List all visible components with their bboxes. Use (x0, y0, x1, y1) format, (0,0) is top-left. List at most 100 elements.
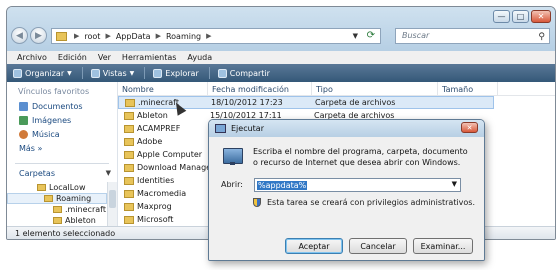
dialog-title-bar: Ejecutar (209, 120, 484, 137)
organize-label: Organizar (25, 68, 65, 78)
folder-icon (124, 111, 134, 120)
ok-button[interactable]: Aceptar (285, 238, 343, 254)
file-name: Download Manager (137, 163, 215, 172)
uac-shield-icon (253, 198, 261, 207)
folder-icon (37, 184, 46, 191)
file-name: Identities (137, 176, 175, 185)
admin-note: Esta tarea se creará con privilegios adm… (267, 198, 476, 207)
tree-item-label: Ableton (65, 216, 96, 225)
search-input[interactable]: Buscar ⚲ (395, 28, 550, 44)
breadcrumb-separator: ▶ (74, 32, 80, 40)
search-placeholder: Buscar (402, 31, 430, 40)
sidebar-item-musica[interactable]: Música (7, 127, 117, 141)
favorites-header: Vínculos favoritos (18, 87, 90, 96)
folder-icon (56, 31, 67, 41)
tree-scrollbar[interactable] (107, 182, 117, 226)
toolbar-divider (144, 67, 146, 79)
folder-icon (53, 217, 62, 224)
tree-item-locallow[interactable]: LocalLow (7, 182, 107, 193)
pictures-icon (19, 115, 28, 125)
views-button[interactable]: Vistas ▼ (81, 67, 135, 79)
folder-icon (124, 176, 134, 185)
open-combobox[interactable]: %appdata% ▼ (254, 178, 461, 192)
maximize-button[interactable]: □ (512, 10, 529, 23)
share-button[interactable]: Compartir (208, 67, 270, 79)
open-label: Abrir: (221, 180, 243, 189)
dialog-close-button[interactable]: ✕ (461, 122, 478, 133)
folder-icon (124, 189, 134, 198)
address-dropdown-icon[interactable]: ▼ (353, 32, 358, 40)
file-name: Apple Computer (137, 150, 203, 159)
file-type: Carpeta de archivos (315, 98, 396, 107)
folders-label: Carpetas (19, 168, 55, 178)
tree-item-minecraft[interactable]: .minecraft (7, 204, 107, 215)
sidebar-more-link[interactable]: Más » (7, 141, 117, 155)
menu-ayuda[interactable]: Ayuda (187, 53, 212, 62)
music-icon (19, 129, 28, 139)
divider (15, 163, 109, 164)
organize-button[interactable]: Organizar ▼ (13, 68, 72, 78)
folder-open-icon (44, 195, 53, 202)
tree-item-label: .minecraft (65, 205, 106, 214)
address-bar[interactable]: ▶ root ▶ AppData ▶ Roaming ▶ ▼ ⟳ (51, 28, 381, 44)
breadcrumb-separator: ▶ (155, 32, 161, 40)
menu-edicion[interactable]: Edición (58, 53, 87, 62)
chevron-down-icon[interactable]: ▼ (452, 180, 457, 188)
menu-herramientas[interactable]: Herramientas (122, 53, 177, 62)
cancel-button[interactable]: Cancelar (349, 238, 407, 254)
file-name: Macromedia (137, 189, 187, 198)
views-icon (90, 68, 100, 78)
search-icon[interactable]: ⚲ (538, 30, 545, 44)
toolbar-divider (208, 67, 210, 79)
folder-icon (124, 215, 134, 224)
explore-label: Explorar (165, 68, 199, 78)
tree-item-ableton[interactable]: Ableton (7, 215, 107, 226)
close-button[interactable]: ✕ (531, 10, 551, 23)
chevron-down-icon: ▼ (129, 69, 135, 77)
breadcrumb-appdata[interactable]: AppData (116, 32, 151, 41)
column-header-size[interactable]: Tamaño (438, 82, 498, 95)
dialog-button-row: Aceptar Cancelar Examinar... (209, 226, 484, 260)
sidebar-item-documentos[interactable]: Documentos (7, 99, 117, 113)
column-header-date[interactable]: Fecha modificación (208, 82, 312, 95)
tree-item-roaming[interactable]: Roaming (7, 193, 107, 204)
folder-icon (124, 137, 134, 146)
file-date: 18/10/2012 17:23 (211, 98, 283, 107)
tree-item-label: Roaming (56, 194, 92, 203)
column-header-name[interactable]: Nombre (118, 82, 208, 95)
file-name: Maxprog (137, 202, 172, 211)
column-header-type[interactable]: Tipo (312, 82, 438, 95)
share-icon (217, 68, 227, 78)
back-button[interactable]: ◀ (11, 27, 28, 44)
folders-toggle[interactable]: Carpetas ▼ (7, 166, 117, 180)
chevron-down-icon: ▼ (67, 69, 72, 77)
file-name: Ableton (137, 111, 168, 120)
refresh-icon[interactable]: ⟳ (367, 30, 375, 41)
breadcrumb-separator: ▶ (206, 32, 212, 40)
file-name: Microsoft (137, 215, 174, 224)
toolbar-divider (81, 67, 83, 79)
explore-button[interactable]: Explorar (144, 67, 199, 79)
sidebar-item-imagenes[interactable]: Imágenes (7, 113, 117, 127)
run-dialog: Ejecutar ✕ Escriba el nombre del program… (208, 119, 485, 261)
folder-icon (124, 163, 134, 172)
browse-button[interactable]: Examinar... (413, 238, 473, 254)
breadcrumb-roaming[interactable]: Roaming (166, 32, 201, 41)
breadcrumb-separator: ▶ (105, 32, 111, 40)
run-icon (215, 124, 226, 133)
menu-archivo[interactable]: Archivo (17, 53, 47, 62)
minimize-button[interactable]: — (493, 10, 510, 23)
menu-ver[interactable]: Ver (98, 53, 111, 62)
open-value[interactable]: %appdata% (257, 180, 308, 190)
breadcrumb-root[interactable]: root (84, 32, 100, 41)
documents-icon (19, 101, 28, 111)
folder-icon (125, 98, 135, 107)
command-bar: Organizar ▼ Vistas ▼ Explorar Compartir (7, 64, 555, 82)
folder-tree: LocalLow Roaming .minecraft Ableton (7, 182, 107, 226)
sidebar-item-label: Imágenes (32, 115, 72, 125)
tree-item-label: LocalLow (49, 183, 86, 192)
scrollbar-thumb[interactable] (109, 190, 116, 208)
file-name: ACAMPREF (137, 124, 181, 133)
forward-button[interactable]: ▶ (30, 27, 47, 44)
sidebar-item-label: Música (32, 129, 60, 139)
